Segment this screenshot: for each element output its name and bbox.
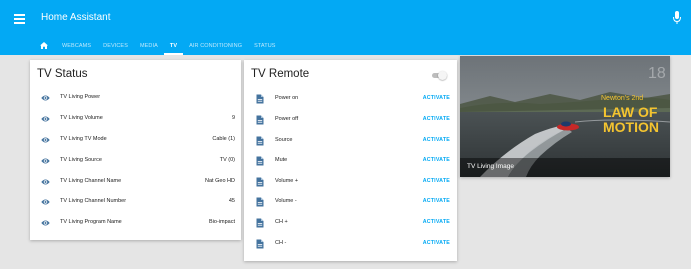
file-document-icon — [256, 94, 264, 104]
status-row[interactable]: TV Living Power — [30, 88, 241, 108]
status-value: TV (0) — [219, 157, 235, 163]
tab-status[interactable]: STATUS — [248, 36, 281, 55]
tab-air-conditioning[interactable]: AIR CONDITIONING — [183, 36, 248, 55]
activate-button[interactable]: ACTIVATE — [423, 137, 450, 143]
activate-button[interactable]: ACTIVATE — [423, 157, 450, 163]
view-tabs: WEBCAMS DEVICES MEDIA TV AIR CONDITIONIN… — [36, 36, 282, 55]
remote-row: Power on ACTIVATE — [244, 89, 457, 109]
remote-row: Source ACTIVATE — [244, 131, 457, 151]
status-label: TV Living Source — [60, 157, 102, 163]
remote-label: Power on — [275, 95, 299, 101]
status-label: TV Living TV Mode — [60, 136, 107, 142]
remote-label: CH - — [275, 240, 287, 246]
activate-button[interactable]: ACTIVATE — [423, 95, 450, 101]
overlay-corner-number: 18 — [648, 65, 666, 82]
activate-button[interactable]: ACTIVATE — [423, 198, 450, 204]
remote-row: Volume - ACTIVATE — [244, 192, 457, 212]
status-label: TV Living Power — [60, 94, 101, 100]
microphone-icon[interactable] — [672, 10, 682, 26]
status-row[interactable]: TV Living Source TV (0) — [30, 151, 241, 171]
file-document-icon — [256, 136, 264, 146]
status-row[interactable]: TV Living TV Mode Cable (1) — [30, 130, 241, 150]
remote-label: Volume - — [275, 198, 297, 204]
image-caption-bar: TV Living Image — [460, 158, 670, 177]
tab-media[interactable]: MEDIA — [134, 36, 164, 55]
status-value: Nat Geo HD — [205, 178, 235, 184]
remote-label: Source — [275, 137, 293, 143]
activate-button[interactable]: ACTIVATE — [423, 219, 450, 225]
remote-label: Volume + — [275, 178, 299, 184]
tab-home[interactable] — [36, 36, 56, 55]
status-row[interactable]: TV Living Channel Name Nat Geo HD — [30, 172, 241, 192]
remote-row: Volume + ACTIVATE — [244, 172, 457, 192]
app-toolbar: Home Assistant WEBCAMS DEVICES MEDIA TV … — [0, 0, 691, 55]
status-row[interactable]: TV Living Volume 9 — [30, 109, 241, 129]
remote-label: CH + — [275, 219, 288, 225]
tab-tv[interactable]: TV — [163, 36, 184, 55]
remote-row: CH + ACTIVATE — [244, 213, 457, 233]
image-caption: TV Living Image — [467, 163, 514, 170]
status-row[interactable]: TV Living Program Name Bio-impact — [30, 213, 241, 233]
eye-icon — [41, 95, 50, 101]
eye-icon — [41, 220, 50, 226]
overlay-text-line3: MOTION — [603, 119, 659, 135]
remote-row: Power off ACTIVATE — [244, 110, 457, 130]
activate-button[interactable]: ACTIVATE — [423, 178, 450, 184]
card-title: TV Status — [37, 68, 88, 80]
activate-button[interactable]: ACTIVATE — [423, 116, 450, 122]
file-document-icon — [256, 177, 264, 187]
file-document-icon — [256, 218, 264, 228]
remote-label: Power off — [275, 116, 299, 122]
app-title: Home Assistant — [41, 12, 111, 23]
overlay-text-line1: Newton's 2nd — [601, 95, 643, 102]
status-row[interactable]: TV Living Channel Number 45 — [30, 192, 241, 212]
eye-icon — [41, 199, 50, 205]
status-value: Cable (1) — [212, 136, 235, 142]
tv-status-card: TV Status TV Living Power TV Living Volu… — [30, 60, 241, 240]
file-document-icon — [256, 115, 264, 125]
tv-living-image-card[interactable]: Newton's 2nd LAW OF MOTION 18 TV Living … — [460, 56, 670, 177]
eye-icon — [41, 179, 50, 185]
status-value: Bio-impact — [209, 219, 235, 225]
file-document-icon — [256, 239, 264, 249]
status-label: TV Living Program Name — [60, 219, 122, 225]
home-icon — [40, 42, 48, 49]
eye-icon — [41, 158, 50, 164]
eye-icon — [41, 137, 50, 143]
overlay-text-line2: LAW OF — [603, 104, 658, 120]
toggle-thumb — [438, 71, 447, 80]
remote-label: Mute — [275, 157, 288, 163]
eye-icon — [41, 116, 50, 122]
remote-row: Mute ACTIVATE — [244, 151, 457, 171]
remote-row: CH - ACTIVATE — [244, 234, 457, 254]
status-label: TV Living Channel Name — [60, 178, 122, 184]
status-label: TV Living Volume — [60, 115, 103, 121]
tab-devices[interactable]: DEVICES — [97, 36, 134, 55]
menu-icon[interactable] — [14, 11, 28, 25]
group-toggle-switch[interactable] — [431, 71, 448, 80]
status-value: 9 — [231, 115, 235, 121]
file-document-icon — [256, 156, 264, 166]
status-label: TV Living Channel Number — [60, 198, 127, 204]
card-title: TV Remote — [251, 68, 310, 80]
activate-button[interactable]: ACTIVATE — [423, 240, 450, 246]
status-value: 45 — [228, 198, 235, 204]
tab-webcams[interactable]: WEBCAMS — [56, 36, 97, 55]
file-document-icon — [256, 197, 264, 207]
tv-remote-card: TV Remote Power on ACTIVATE Power off AC… — [244, 60, 457, 261]
